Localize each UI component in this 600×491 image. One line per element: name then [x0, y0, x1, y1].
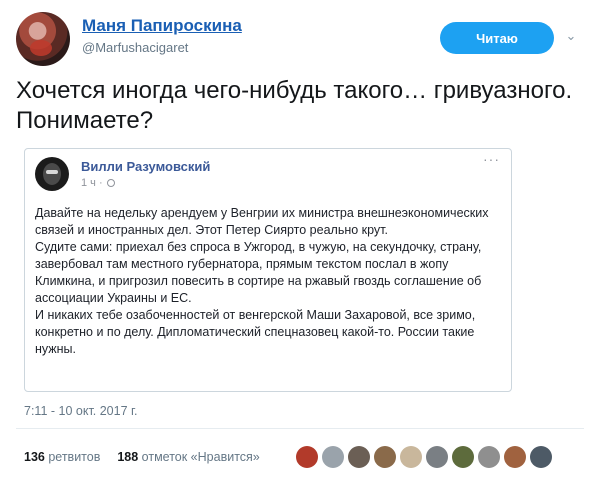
quote-paragraph: Давайте на недельку арендуем у Венгрии и…: [35, 206, 489, 237]
liker-avatar[interactable]: [530, 446, 552, 468]
quote-author-name[interactable]: Вилли Разумовский: [81, 159, 210, 174]
quoted-post[interactable]: Вилли Разумовский 1 ч · ··· Давайте на н…: [24, 148, 512, 392]
quote-paragraph: И никаких тебе озабоченностей от венгерс…: [35, 308, 476, 356]
liker-avatar[interactable]: [400, 446, 422, 468]
tweet-text: Хочется иногда чего-нибудь такого… гриву…: [16, 77, 573, 134]
follow-button[interactable]: Читаю: [440, 22, 554, 54]
quote-author-avatar[interactable]: [35, 157, 69, 191]
quote-body: Давайте на недельку арендуем у Венгрии и…: [35, 205, 507, 358]
liker-avatar[interactable]: [452, 446, 474, 468]
author-handle[interactable]: @Marfushacigaret: [82, 40, 188, 55]
chevron-down-icon[interactable]: ⌄: [564, 28, 578, 43]
tweet-timestamp[interactable]: 7:11 - 10 окт. 2017 г.: [24, 404, 138, 418]
liker-avatar[interactable]: [426, 446, 448, 468]
liker-avatar[interactable]: [478, 446, 500, 468]
retweets-count[interactable]: 136: [24, 450, 45, 464]
tweet-stats: 136 ретвитов 188 отметок «Нравится»: [24, 450, 260, 464]
quote-time: 1 ч ·: [81, 177, 115, 189]
divider: [16, 428, 584, 429]
quote-paragraph: Судите сами: приехал без спроса в Ужгоро…: [35, 240, 482, 305]
quote-time-label: 1 ч ·: [81, 177, 103, 189]
retweets-label[interactable]: ретвитов: [48, 450, 100, 464]
likes-label[interactable]: отметок «Нравится»: [142, 450, 260, 464]
author-avatar[interactable]: [16, 12, 70, 66]
liker-avatar[interactable]: [348, 446, 370, 468]
liker-avatar[interactable]: [374, 446, 396, 468]
liker-avatar[interactable]: [322, 446, 344, 468]
author-name[interactable]: Маня Папироскина: [82, 16, 242, 36]
more-options-icon[interactable]: ···: [483, 151, 500, 167]
liker-avatar[interactable]: [504, 446, 526, 468]
tweet-header: Маня Папироскина @Marfushacigaret Читаю …: [16, 10, 584, 66]
likers-avatars: [296, 446, 556, 468]
globe-icon: [106, 179, 115, 187]
likes-count[interactable]: 188: [117, 450, 138, 464]
liker-avatar[interactable]: [296, 446, 318, 468]
